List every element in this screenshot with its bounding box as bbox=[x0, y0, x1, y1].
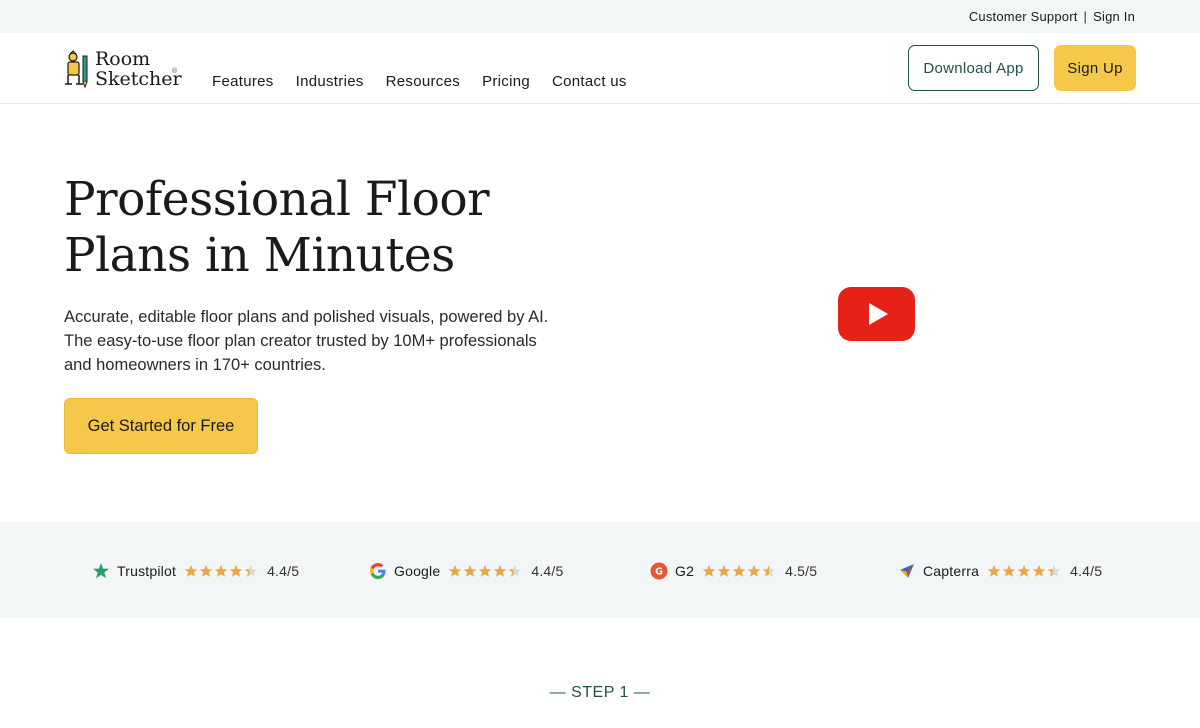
roomsketcher-logo[interactable]: Room Sketcher ® bbox=[64, 48, 182, 92]
g2-icon: G bbox=[650, 562, 668, 580]
rating-score: 4.4/5 bbox=[267, 563, 300, 579]
nav-item-pricing[interactable]: Pricing bbox=[482, 73, 530, 90]
hero-desc-line-3: and homeowners in 170+ countries. bbox=[64, 356, 326, 374]
star-icon bbox=[463, 564, 477, 577]
star-icon bbox=[199, 564, 213, 577]
nav-item-resources[interactable]: Resources bbox=[386, 73, 460, 90]
hero-title-line-2: Plans in Minutes bbox=[64, 228, 455, 283]
customer-support-link[interactable]: Customer Support bbox=[969, 9, 1078, 24]
rating-google[interactable]: Google 4.4/5 bbox=[369, 562, 564, 580]
trustpilot-icon bbox=[93, 563, 109, 579]
star-icon bbox=[747, 564, 761, 577]
step-label: — STEP 1 — bbox=[549, 684, 651, 701]
hero-title-line-1: Professional Floor bbox=[64, 172, 490, 227]
star-rating bbox=[987, 564, 1061, 578]
star-icon bbox=[214, 564, 228, 577]
capterra-icon bbox=[900, 564, 914, 578]
hero-desc-line-2: The easy-to-use floor plan creator trust… bbox=[64, 332, 537, 350]
nav-item-industries[interactable]: Industries bbox=[296, 73, 364, 90]
main-header: Room Sketcher ® Features Industries Reso… bbox=[0, 33, 1200, 104]
logo-line-room: Room bbox=[95, 48, 151, 70]
rating-score: 4.5/5 bbox=[785, 563, 818, 579]
logo-wordmark: Room Sketcher bbox=[95, 49, 182, 89]
star-icon bbox=[987, 564, 1001, 577]
download-app-button[interactable]: Download App bbox=[908, 45, 1039, 91]
star-icon bbox=[478, 564, 492, 577]
roomsketcher-mascot-icon bbox=[65, 50, 88, 89]
rating-score: 4.4/5 bbox=[1070, 563, 1103, 579]
star-rating bbox=[448, 564, 522, 578]
sign-in-link[interactable]: Sign In bbox=[1093, 9, 1135, 24]
hero-description: Accurate, editable floor plans and polis… bbox=[64, 305, 574, 377]
rating-trustpilot[interactable]: Trustpilot 4.4/5 bbox=[92, 562, 299, 580]
youtube-play-icon[interactable] bbox=[838, 287, 915, 341]
star-icon bbox=[229, 564, 243, 577]
sign-up-button[interactable]: Sign Up bbox=[1054, 45, 1136, 91]
logo-line-sketcher: Sketcher bbox=[95, 68, 182, 90]
star-icon bbox=[244, 564, 258, 577]
star-icon bbox=[732, 564, 746, 577]
star-icon bbox=[717, 564, 731, 577]
star-icon bbox=[762, 564, 776, 577]
top-utility-bar: Customer Support | Sign In bbox=[0, 0, 1200, 33]
star-icon bbox=[508, 564, 522, 577]
logo-registered-mark: ® bbox=[172, 68, 178, 75]
main-nav: Features Industries Resources Pricing Co… bbox=[212, 73, 627, 90]
star-icon bbox=[184, 564, 198, 577]
star-icon bbox=[1002, 564, 1016, 577]
rating-name: G2 bbox=[675, 563, 695, 579]
star-icon bbox=[702, 564, 716, 577]
google-icon bbox=[370, 563, 386, 579]
hero-desc-line-1: Accurate, editable floor plans and polis… bbox=[64, 308, 549, 326]
star-icon bbox=[448, 564, 462, 577]
rating-name: Trustpilot bbox=[117, 563, 177, 579]
nav-item-contact-us[interactable]: Contact us bbox=[552, 73, 627, 90]
nav-item-features[interactable]: Features bbox=[212, 73, 274, 90]
star-icon bbox=[493, 564, 507, 577]
star-icon bbox=[1047, 564, 1061, 577]
rating-name: Google bbox=[394, 563, 441, 579]
star-icon bbox=[1032, 564, 1046, 577]
star-icon bbox=[1017, 564, 1031, 577]
rating-g2[interactable]: G G2 4.5/5 bbox=[650, 562, 817, 580]
star-rating bbox=[702, 564, 776, 578]
hero-title: Professional Floor Plans in Minutes bbox=[64, 172, 584, 284]
get-started-button[interactable]: Get Started for Free bbox=[64, 398, 258, 454]
ratings-band: Trustpilot 4.4/5 Google 4.4/5 G G2 4.5/5… bbox=[0, 522, 1200, 618]
topbar-separator: | bbox=[1083, 9, 1088, 24]
rating-capterra[interactable]: Capterra 4.4/5 bbox=[898, 562, 1102, 580]
rating-name: Capterra bbox=[923, 563, 980, 579]
top-utility-links: Customer Support | Sign In bbox=[969, 9, 1135, 24]
rating-score: 4.4/5 bbox=[531, 563, 564, 579]
svg-text:G: G bbox=[655, 567, 663, 578]
star-rating bbox=[184, 564, 258, 578]
